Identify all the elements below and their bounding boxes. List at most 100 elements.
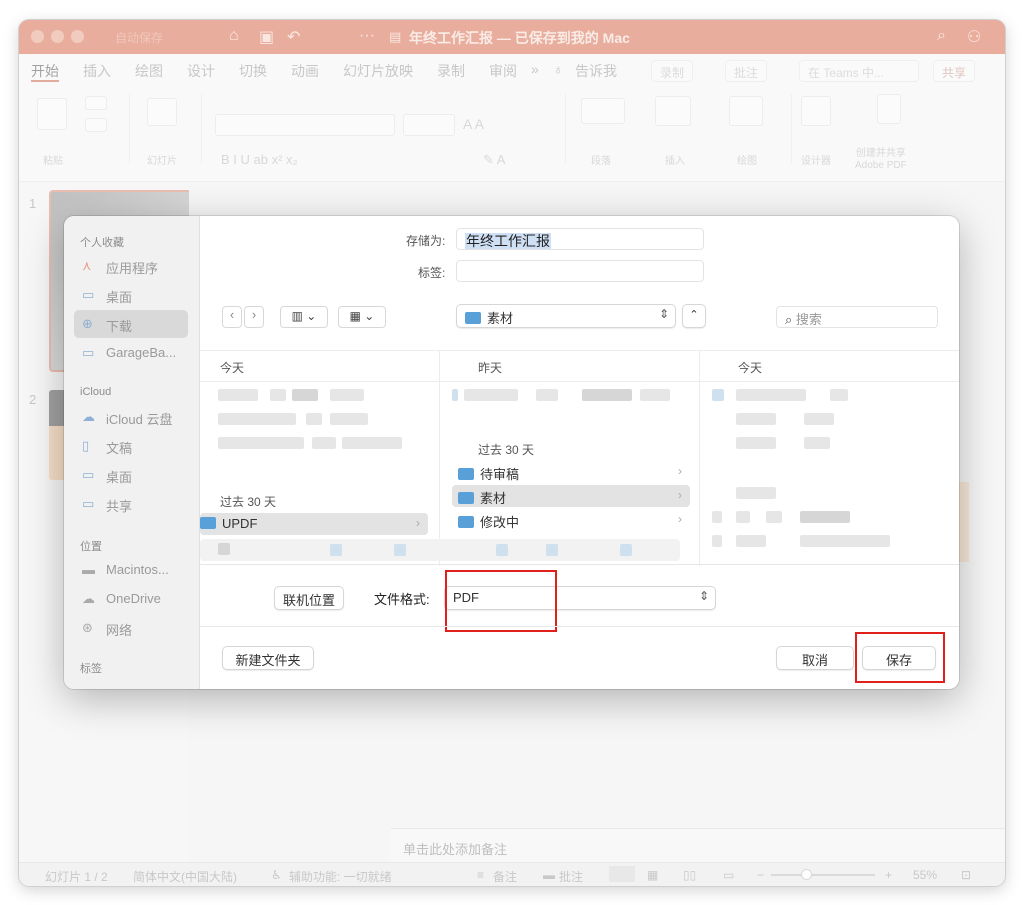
sidebar-item-icloud-drive[interactable]: ☁ iCloud 云盘 <box>74 403 188 431</box>
folder-row-pending-review[interactable]: 待审稿 › <box>452 461 690 483</box>
file-column-1: 今天 过去 30 天 UPDF › <box>200 351 440 566</box>
sidebar-item-label: 应用程序 <box>106 261 159 276</box>
blurred-file <box>218 389 258 401</box>
blurred-file <box>546 544 558 556</box>
blurred-file <box>218 437 304 449</box>
blurred-file <box>452 389 458 401</box>
forward-button[interactable]: › <box>244 306 264 328</box>
disk-icon: ▬ <box>82 562 95 577</box>
folder-icon <box>465 312 481 324</box>
section-heading: 过去 30 天 <box>478 443 535 457</box>
blurred-file <box>218 543 230 555</box>
blurred-file <box>640 389 670 401</box>
updown-chevron-icon: ⇕ <box>658 307 669 321</box>
blurred-file <box>270 389 286 401</box>
desktop-icon: ▭ <box>82 287 95 302</box>
sidebar-item-label: Macintos... <box>106 562 169 577</box>
blurred-file <box>712 535 722 547</box>
location-value: 素材 <box>487 311 514 326</box>
favorites-heading: 个人收藏 <box>80 237 124 249</box>
sidebar-item-desktop[interactable]: ▭ 桌面 <box>74 281 188 309</box>
column-view-button[interactable]: ▥ ⌄ <box>280 306 328 328</box>
blurred-file <box>736 389 806 401</box>
file-format-label: 文件格式: <box>374 592 430 607</box>
tags-heading: 标签 <box>80 663 102 675</box>
location-select[interactable]: 素材 ⇕ <box>456 304 676 328</box>
save-as-value: 年终工作汇报 <box>465 233 551 249</box>
sidebar-item-label: iCloud 云盘 <box>106 412 173 427</box>
sidebar-item-label: 网络 <box>106 623 133 638</box>
document-icon: ▯ <box>82 438 90 453</box>
blurred-file <box>330 544 342 556</box>
save-dialog: 个人收藏 ⋏ 应用程序 ▭ 桌面 ⊕ 下载 ▭ GarageBa... iCloud ☁… <box>64 216 959 689</box>
blurred-file <box>830 389 848 401</box>
sidebar-item-label: 桌面 <box>106 470 133 485</box>
blurred-file <box>800 511 850 523</box>
column-divider <box>200 381 440 382</box>
blurred-file <box>736 511 750 523</box>
applications-icon: ⋏ <box>82 258 92 273</box>
blurred-file <box>712 511 722 523</box>
folder-name: 修改中 <box>480 515 520 530</box>
file-browser: 今天 过去 30 天 UPDF › 昨天 过去 30 天 待审稿 › 素材 › … <box>200 350 959 566</box>
blurred-file <box>736 413 776 425</box>
locations-heading: 位置 <box>80 541 102 553</box>
folder-name: 待审稿 <box>480 467 520 482</box>
blurred-file <box>736 487 776 499</box>
section-heading: 过去 30 天 <box>220 495 277 509</box>
tags-field[interactable] <box>456 260 704 282</box>
folder-row-in-revision[interactable]: 修改中 › <box>452 509 690 531</box>
search-icon: ⌕ <box>785 312 793 327</box>
folder-icon <box>458 468 474 480</box>
desktop-icon: ▭ <box>82 467 95 482</box>
sidebar-item-label: 共享 <box>106 499 133 514</box>
cloud-icon: ☁ <box>82 591 95 606</box>
shared-folder-icon: ▭ <box>82 496 95 511</box>
cancel-button[interactable]: 取消 <box>776 646 854 670</box>
sidebar-item-icloud-desktop[interactable]: ▭ 桌面 <box>74 461 188 489</box>
sidebar-item-documents[interactable]: ▯ 文稿 <box>74 432 188 460</box>
blurred-file <box>800 535 890 547</box>
back-button[interactable]: ‹ <box>222 306 242 328</box>
save-as-label: 存储为: <box>406 234 446 248</box>
sidebar-item-label: GarageBa... <box>106 345 177 360</box>
new-folder-button[interactable]: 新建文件夹 <box>222 646 314 670</box>
save-highlight-box <box>855 632 945 683</box>
file-column-2: 昨天 过去 30 天 待审稿 › 素材 › 修改中 › <box>440 351 700 566</box>
search-field[interactable]: ⌕ 搜索 <box>776 306 938 328</box>
blurred-file <box>712 389 724 401</box>
column-divider <box>700 381 959 382</box>
tags-label: 标签: <box>418 266 446 280</box>
file-column-3: 今天 <box>700 351 959 566</box>
sidebar-item-macintosh-hd[interactable]: ▬ Macintos... <box>74 556 188 584</box>
blurred-file <box>736 437 776 449</box>
chevron-right-icon: › <box>678 488 682 502</box>
folder-row-updf[interactable]: UPDF › <box>200 513 428 535</box>
sidebar-item-network[interactable]: ⊛ 网络 <box>74 614 188 642</box>
blurred-file <box>330 413 368 425</box>
dialog-sidebar: 个人收藏 ⋏ 应用程序 ▭ 桌面 ⊕ 下载 ▭ GarageBa... iCloud ☁… <box>64 216 200 689</box>
downloads-icon: ⊕ <box>82 316 93 331</box>
group-view-button[interactable]: ▦ ⌄ <box>338 306 386 328</box>
blurred-file <box>496 544 508 556</box>
blurred-file <box>394 544 406 556</box>
folder-row-materials[interactable]: 素材 › <box>452 485 690 507</box>
blurred-file <box>736 535 766 547</box>
column-heading: 今天 <box>738 361 763 375</box>
sidebar-item-garageband[interactable]: ▭ GarageBa... <box>74 339 188 367</box>
blurred-file <box>218 413 296 425</box>
collapse-button[interactable]: ⌃ <box>682 304 706 328</box>
icloud-heading: iCloud <box>80 386 112 398</box>
blurred-file <box>292 389 318 401</box>
sidebar-item-applications[interactable]: ⋏ 应用程序 <box>74 252 188 280</box>
chevron-right-icon: › <box>678 464 682 478</box>
sidebar-item-onedrive[interactable]: ☁ OneDrive <box>74 585 188 613</box>
online-locations-button[interactable]: 联机位置 <box>274 586 344 610</box>
folder-name: 素材 <box>480 491 507 506</box>
column-divider <box>440 381 700 382</box>
column-heading: 今天 <box>220 361 245 375</box>
sidebar-item-downloads[interactable]: ⊕ 下载 <box>74 310 188 338</box>
sidebar-item-shared[interactable]: ▭ 共享 <box>74 490 188 518</box>
folder-icon <box>200 517 216 529</box>
save-as-field[interactable]: 年终工作汇报 <box>456 228 704 250</box>
